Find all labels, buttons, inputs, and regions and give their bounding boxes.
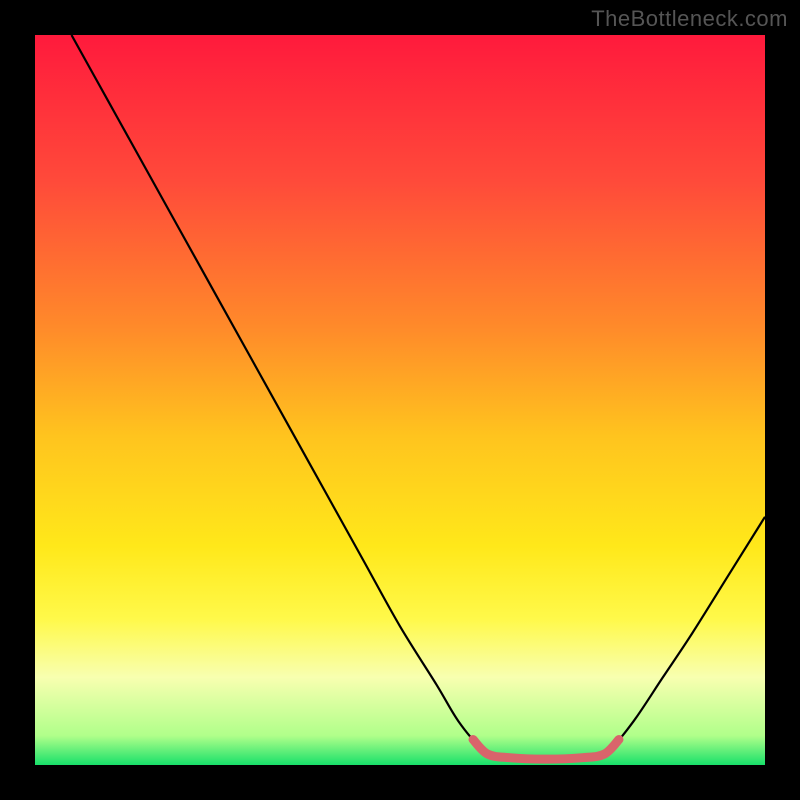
- chart-svg: [35, 35, 765, 765]
- chart-area: [35, 35, 765, 765]
- watermark-text: TheBottleneck.com: [591, 6, 788, 32]
- chart-background: [35, 35, 765, 765]
